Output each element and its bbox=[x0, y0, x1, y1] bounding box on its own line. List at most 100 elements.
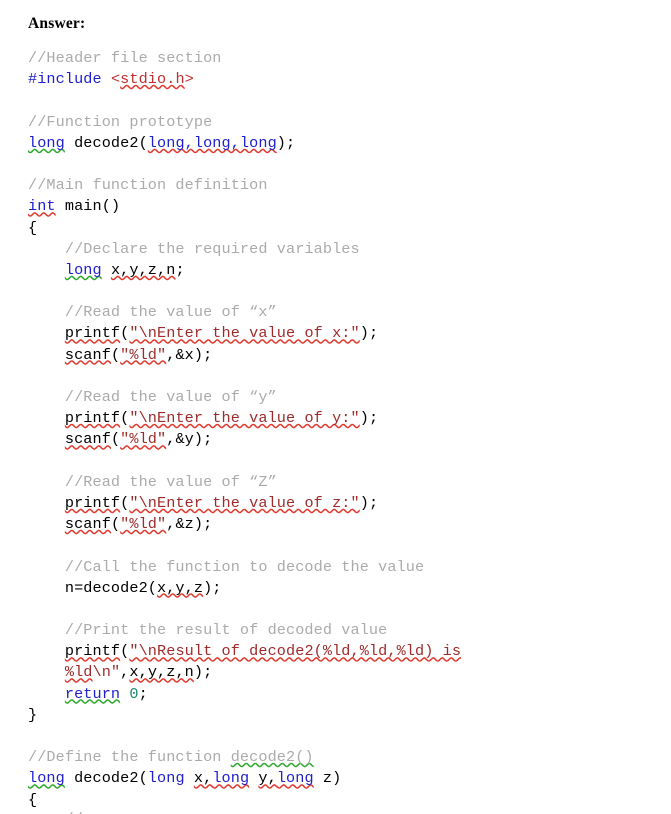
code-token-comment: //Main function definition bbox=[28, 176, 268, 195]
code-line: long x,y,z,n; bbox=[28, 260, 671, 281]
code-token-string: "\nEnter the value of z:" bbox=[129, 493, 360, 512]
clipped-line-text: // bbox=[28, 809, 671, 814]
code-token-plain: x,y,z,n bbox=[129, 663, 194, 682]
code-token-plain: , bbox=[120, 663, 130, 682]
document-page: Answer: //Header file section #include <s… bbox=[0, 0, 671, 814]
code-token-plain: scanf bbox=[64, 515, 111, 534]
code-line: //Function prototype bbox=[28, 112, 671, 133]
code-line: //Read the value of “Z” bbox=[28, 472, 671, 493]
code-token-plain: printf bbox=[64, 324, 121, 343]
code-token-comment: //Define the function bbox=[28, 748, 231, 767]
code-token-comment: //Read the value of “y” bbox=[64, 388, 277, 406]
code-line: long decode2(long,long,long); bbox=[28, 133, 671, 154]
code-token-string: "%ld" bbox=[120, 515, 167, 534]
code-token-plain: ); bbox=[203, 578, 222, 597]
code-token-string: %ld bbox=[64, 663, 93, 682]
code-token-plain: printf bbox=[64, 642, 121, 661]
code-token-string: "%ld" bbox=[120, 345, 167, 364]
code-token-plain: ( bbox=[120, 493, 130, 512]
code-token-plain: ); bbox=[359, 493, 379, 512]
code-token-comment: //Read the value of “x” bbox=[64, 303, 277, 322]
code-line: printf("\nEnter the value of z:"); bbox=[28, 493, 671, 514]
code-token-keyword: long,long,long bbox=[147, 133, 277, 152]
code-line: //Read the value of “y” bbox=[28, 387, 671, 408]
code-token-header_name: > bbox=[184, 70, 194, 89]
code-token-header_name: < bbox=[110, 70, 121, 89]
code-token-plain: ( bbox=[120, 324, 130, 343]
code-token-string: "\nResult of decode2(%ld,%ld,%ld) is bbox=[129, 642, 462, 661]
code-listing: //Header file section #include <stdio.h> … bbox=[0, 48, 671, 811]
code-line: printf("\nEnter the value of x:"); bbox=[28, 323, 671, 344]
code-token-plain: x,y,z bbox=[157, 578, 204, 597]
code-line: long decode2(long x,long y,long z) bbox=[28, 768, 671, 789]
code-token-header_name: stdio.h bbox=[120, 70, 185, 89]
code-token-string: "\nEnter the value of x:" bbox=[129, 324, 360, 343]
code-token-plain: printf bbox=[64, 409, 121, 428]
page-title: Answer: bbox=[28, 15, 86, 32]
code-token-keyword: long bbox=[28, 133, 65, 152]
code-token-plain: ); bbox=[359, 324, 379, 343]
code-line: //Read the value of “x” bbox=[28, 302, 671, 323]
code-token-plain: x, bbox=[193, 769, 213, 788]
clipped-bottom-line: // bbox=[0, 809, 671, 814]
code-token-plain: decode2( bbox=[64, 133, 148, 152]
code-line: int main() bbox=[28, 196, 671, 217]
code-line: { bbox=[28, 790, 671, 811]
code-token-keyword: long bbox=[64, 260, 102, 279]
code-token-string: "\nEnter the value of y:" bbox=[129, 409, 360, 428]
code-line: //Define the function decode2() bbox=[28, 747, 671, 768]
code-token-keyword: long bbox=[147, 769, 185, 788]
code-token-keyword: return bbox=[64, 684, 121, 703]
code-token-plain: main() bbox=[55, 197, 121, 216]
code-token-plain: ,&z); bbox=[166, 515, 213, 534]
code-token-plain: } bbox=[28, 705, 38, 724]
code-token-plain: printf bbox=[64, 493, 121, 512]
code-token-comment: decode2() bbox=[230, 748, 314, 767]
code-token-plain: z) bbox=[313, 769, 342, 788]
code-token-plain: { bbox=[28, 218, 38, 237]
code-token-plain: ( bbox=[120, 409, 130, 428]
code-line: #include <stdio.h> bbox=[28, 69, 671, 90]
code-token-plain: x,y,z,n bbox=[110, 260, 176, 279]
code-line: printf("\nResult of decode2(%ld,%ld,%ld)… bbox=[28, 641, 671, 662]
code-token-number: 0 bbox=[129, 684, 139, 703]
code-line: //Declare the required variables bbox=[28, 239, 671, 260]
code-line: //Header file section bbox=[28, 48, 671, 69]
code-token-plain: ( bbox=[110, 430, 121, 449]
code-line: //Call the function to decode the value bbox=[28, 557, 671, 578]
code-token-comment: //Header file section bbox=[28, 49, 222, 67]
code-token-string: "%ld" bbox=[120, 430, 167, 449]
code-token-comment: //Print the result of decoded value bbox=[64, 621, 388, 640]
code-token-plain: scanf bbox=[64, 430, 111, 449]
code-token-plain: ; bbox=[175, 260, 185, 279]
code-line: scanf("%ld",&y); bbox=[28, 429, 671, 450]
code-line: %ld\n",x,y,z,n); bbox=[28, 662, 671, 683]
code-token-plain: ,&y); bbox=[166, 430, 213, 449]
code-token-plain: { bbox=[28, 790, 38, 809]
